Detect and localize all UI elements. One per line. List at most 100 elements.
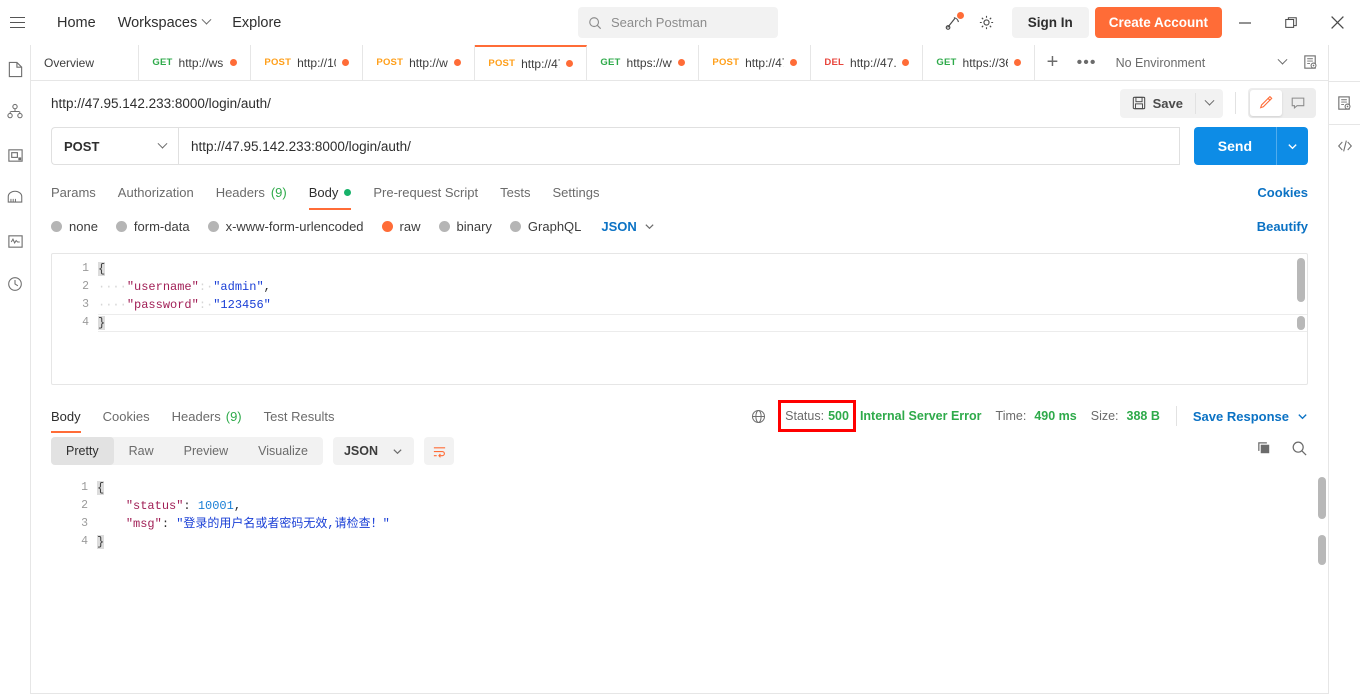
request-tab-8[interactable]: GET https://36( [923, 45, 1036, 80]
editor-scrollbar[interactable] [1297, 258, 1305, 382]
request-tab-5[interactable]: GET https://ww [587, 45, 700, 80]
search-input[interactable]: Search Postman [578, 7, 778, 38]
invite-icon[interactable] [936, 0, 970, 45]
line-number: 4 [82, 316, 89, 329]
search-icon[interactable] [1291, 440, 1308, 462]
maximize-icon[interactable] [1268, 0, 1314, 45]
tab-params[interactable]: Params [51, 173, 96, 211]
tab-label: Body [308, 184, 339, 200]
response-scrollbar[interactable] [1318, 477, 1326, 587]
nav-home[interactable]: Home [46, 9, 107, 37]
comment-mode-button[interactable] [1282, 90, 1314, 116]
response-tab-test-results[interactable]: Test Results [264, 399, 335, 433]
environment-quicklook-icon[interactable] [1329, 82, 1360, 124]
tab-body[interactable]: Body [308, 173, 352, 211]
body-type-graphql[interactable]: GraphQL [509, 219, 581, 234]
body-type-row: none form-data x-www-form-urlencoded raw… [31, 211, 1328, 241]
minimize-icon[interactable] [1222, 0, 1268, 45]
view-mode-raw[interactable]: Raw [114, 437, 169, 465]
response-meta: Status: 500 Internal Server Error Time: 4… [751, 400, 1308, 432]
globe-icon[interactable] [751, 409, 766, 424]
editor-line-numbers: 1 2 3 4 [52, 254, 98, 384]
wrap-lines-button[interactable] [424, 437, 454, 465]
mock-servers-icon[interactable] [5, 188, 25, 208]
status-code: 500 [828, 409, 849, 423]
body-type-none[interactable]: none [51, 219, 98, 234]
collections-icon[interactable] [5, 59, 25, 79]
monitors-icon[interactable] [5, 231, 25, 251]
request-tab-4-active[interactable]: POST http://47. [475, 45, 588, 80]
response-content[interactable]: { "status": 10001, "msg": "登录的用户名或者密码无效,… [97, 471, 1328, 694]
top-bar-right: Sign In Create Account [936, 0, 1360, 45]
response-tab-headers[interactable]: Headers (9) [172, 399, 242, 433]
request-tab-3[interactable]: POST http://ws [363, 45, 476, 80]
status-label: Status: [785, 409, 825, 423]
environments-icon[interactable] [5, 145, 25, 165]
chevron-down-icon [157, 138, 168, 149]
save-response-button[interactable]: Save Response [1193, 409, 1308, 424]
request-section-tabs: Params Authorization Headers (9) Body Pr… [31, 173, 1328, 211]
response-tab-body[interactable]: Body [51, 399, 81, 433]
request-tab-1[interactable]: GET http://ws.v [139, 45, 252, 80]
nav-home-label: Home [57, 14, 96, 31]
request-body-editor[interactable]: 1 2 3 4 {····"username":·"admin", ····"pa… [51, 253, 1308, 385]
code-token: : [183, 499, 198, 513]
code-token: { [98, 262, 106, 276]
nav-workspaces[interactable]: Workspaces [107, 9, 222, 37]
tab-settings[interactable]: Settings [552, 173, 599, 211]
line-number: 1 [82, 262, 89, 275]
body-type-urlencoded[interactable]: x-www-form-urlencoded [207, 219, 364, 234]
body-type-form-data[interactable]: form-data [115, 219, 190, 234]
cookies-link[interactable]: Cookies [1257, 185, 1308, 200]
create-account-button[interactable]: Create Account [1094, 7, 1222, 38]
environment-selector[interactable]: No Environment [1104, 45, 1294, 80]
view-mode-pretty[interactable]: Pretty [51, 437, 114, 465]
copy-icon[interactable] [1256, 440, 1273, 462]
unsaved-indicator [790, 59, 798, 66]
response-time: Time: 490 ms [996, 409, 1077, 423]
method-selector[interactable]: POST [51, 127, 178, 165]
body-type-binary[interactable]: binary [438, 219, 492, 234]
environment-quicklook-icon[interactable] [1294, 45, 1328, 80]
chevron-down-icon [1288, 143, 1297, 149]
save-dropdown-button[interactable] [1195, 92, 1223, 114]
view-mode-preview[interactable]: Preview [169, 437, 243, 465]
hamburger-icon[interactable] [0, 0, 34, 45]
time-label: Time: [995, 409, 1027, 423]
send-options-button[interactable] [1276, 127, 1308, 165]
tab-tests[interactable]: Tests [500, 173, 530, 211]
send-button[interactable]: Send [1194, 127, 1276, 165]
code-snippet-icon[interactable] [1329, 125, 1360, 167]
response-body-editor[interactable]: 1 2 3 4 { "status": 10001, "msg": "登录的用户… [31, 471, 1328, 694]
save-button[interactable]: Save [1120, 89, 1195, 118]
floppy-icon [1132, 96, 1145, 110]
view-mode-visualize[interactable]: Visualize [243, 437, 323, 465]
body-format-label: JSON [601, 218, 637, 234]
gear-icon[interactable] [970, 0, 1004, 45]
response-format-selector[interactable]: JSON [332, 437, 414, 465]
tab-label: https://ww [626, 55, 673, 70]
apis-icon[interactable] [5, 102, 25, 122]
beautify-button[interactable]: Beautify [1257, 219, 1308, 234]
request-tab-6[interactable]: POST http://47. [699, 45, 812, 80]
request-tab-2[interactable]: POST http://101 [251, 45, 364, 80]
tab-overview[interactable]: Overview [31, 45, 140, 80]
response-format-label: JSON [343, 444, 378, 458]
tab-pre-request-script[interactable]: Pre-request Script [373, 173, 478, 211]
url-input[interactable]: http://47.95.142.233:8000/login/auth/ [178, 127, 1180, 165]
nav-explore[interactable]: Explore [221, 9, 292, 37]
close-icon[interactable] [1314, 0, 1360, 45]
tab-headers[interactable]: Headers (9) [216, 173, 287, 211]
history-icon[interactable] [5, 274, 25, 294]
editor-content[interactable]: {····"username":·"admin", ····"password":… [98, 254, 1307, 384]
radio-icon [115, 220, 127, 232]
response-tab-cookies[interactable]: Cookies [103, 399, 150, 433]
new-tab-button[interactable]: + [1035, 45, 1069, 80]
tab-authorization[interactable]: Authorization [118, 173, 194, 211]
tab-options-icon[interactable]: ••• [1069, 45, 1103, 80]
body-format-selector[interactable]: JSON [601, 219, 654, 234]
edit-mode-button[interactable] [1250, 90, 1282, 116]
sign-in-button[interactable]: Sign In [1011, 7, 1089, 38]
body-type-raw[interactable]: raw [381, 219, 421, 234]
request-tab-7[interactable]: DEL http://47.9 [811, 45, 924, 80]
